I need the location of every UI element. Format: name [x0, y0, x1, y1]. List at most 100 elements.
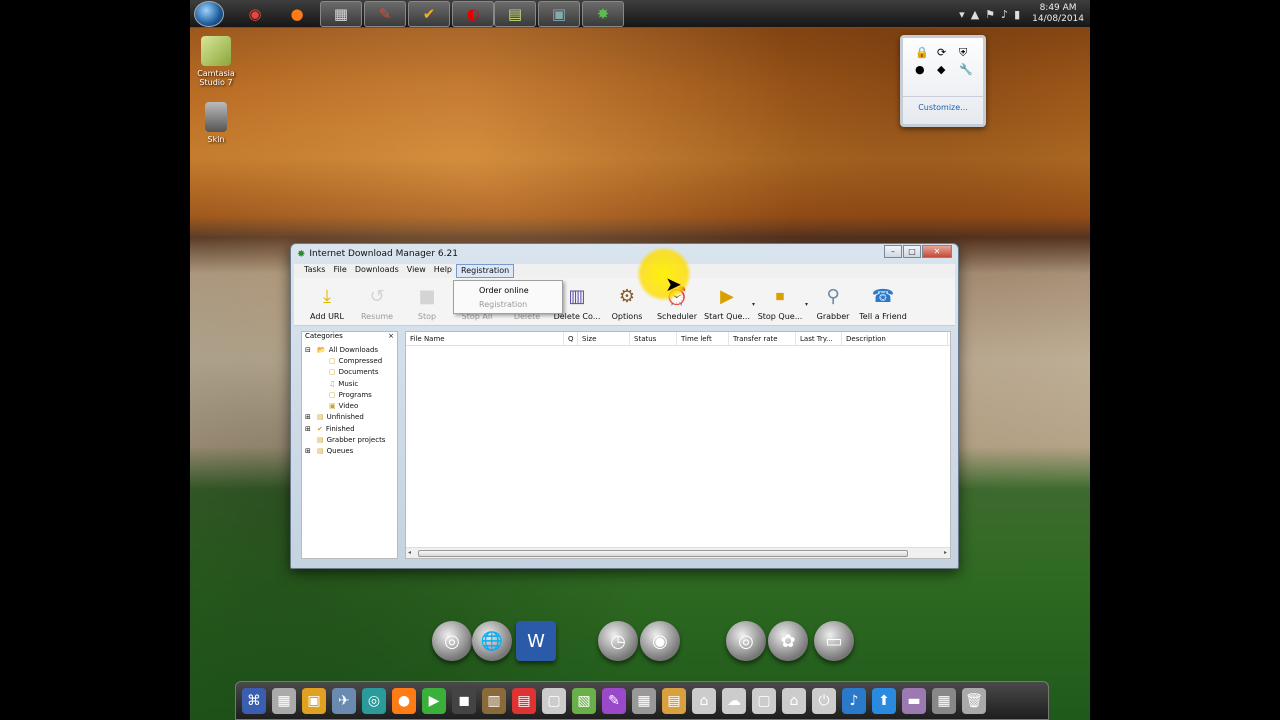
dock-app-icon[interactable]: ● — [392, 687, 416, 714]
widget-2-icon[interactable]: 🌐 — [472, 621, 512, 661]
taskbar-app-idm[interactable]: ✸ — [582, 1, 624, 27]
network-icon[interactable]: ▲ — [971, 8, 979, 21]
tree-expander-icon[interactable]: ⊞ — [305, 413, 314, 421]
toolbar-stop-que-button[interactable]: ⏹ Stop Que... — [755, 278, 805, 324]
action-center-icon[interactable]: ⚑ — [985, 8, 995, 21]
taskbar-app-firefox[interactable]: ● — [276, 1, 318, 27]
taskbar-app-notes[interactable]: ▤ — [494, 1, 536, 27]
dock-app-icon[interactable]: ⌂ — [782, 687, 806, 714]
category-finished[interactable]: ⊞ ✔ Finished — [302, 423, 397, 434]
column-status[interactable]: Status — [630, 332, 677, 345]
maximize-button[interactable]: □ — [903, 245, 921, 258]
dock-app-icon[interactable]: ▦ — [632, 687, 656, 714]
desktop-icon-camtasia[interactable]: Camtasia Studio 7 — [190, 36, 244, 87]
tree-expander-icon[interactable]: ⊟ — [305, 346, 314, 354]
tree-expander-icon[interactable]: ⊞ — [305, 425, 314, 433]
menu-file[interactable]: File — [329, 264, 350, 278]
toolbar-grabber-button[interactable]: ⚲ Grabber — [808, 278, 858, 324]
menu-tasks[interactable]: Tasks — [300, 264, 329, 278]
column-description[interactable]: Description — [842, 332, 948, 345]
dock-app-icon[interactable]: ▬ — [902, 687, 926, 714]
battery-icon[interactable]: ▮ — [1014, 8, 1020, 21]
category-compressed[interactable]: ▢ Compressed — [302, 355, 397, 366]
menu-view[interactable]: View — [403, 264, 430, 278]
menu-help[interactable]: Help — [430, 264, 456, 278]
dock-app-icon[interactable]: ▣ — [302, 687, 326, 714]
taskbar-app-store[interactable]: ▦ — [320, 1, 362, 27]
dock-app-icon[interactable]: ▶ — [422, 687, 446, 714]
dock-app-icon[interactable]: ◼ — [452, 687, 476, 714]
close-button[interactable]: ✕ — [922, 245, 952, 258]
toolbar-start-que-button[interactable]: ▶ Start Que... — [702, 278, 752, 324]
toolbar-tell-a-friend-button[interactable]: ☎ Tell a Friend — [858, 278, 908, 324]
scroll-right-icon[interactable]: ▸ — [944, 549, 947, 556]
minimize-button[interactable]: – — [884, 245, 902, 258]
toolbar-add-url-button[interactable]: ⤓ Add URL — [302, 278, 352, 324]
dock-app-icon[interactable]: ✎ — [602, 687, 626, 714]
desktop-icon-skin[interactable]: Skin — [190, 102, 244, 144]
column-last-try[interactable]: Last Try... — [796, 332, 842, 345]
category-video[interactable]: ▣ Video — [302, 400, 397, 411]
taskbar-app-vodafone[interactable]: ◐ — [452, 1, 494, 27]
category-programs[interactable]: ▢ Programs — [302, 389, 397, 400]
menu-item-order-online[interactable]: Order online — [454, 284, 562, 298]
widget-7-icon[interactable]: ✿ — [768, 621, 808, 661]
horizontal-scrollbar[interactable]: ◂ ▸ — [406, 547, 950, 558]
dock-app-icon[interactable]: ☁ — [722, 687, 746, 714]
dock-app-icon[interactable]: ▦ — [272, 687, 296, 714]
dock-app-icon[interactable]: ⌂ — [692, 687, 716, 714]
tray-popup-icon[interactable]: ⛨ — [959, 46, 981, 60]
taskbar-app-antivirus[interactable]: ✔ — [408, 1, 450, 27]
tray-popup-icon[interactable]: 🔒 — [915, 46, 937, 60]
widget-5-icon[interactable]: ◉ — [640, 621, 680, 661]
taskbar-app-ccleaner[interactable]: ✎ — [364, 1, 406, 27]
show-hidden-icons-button[interactable]: ▾ — [959, 8, 965, 21]
dock-app-icon[interactable]: 🗑 — [962, 687, 986, 714]
hdd-icon[interactable]: ▭ — [814, 621, 854, 661]
widget-6-icon[interactable]: ◎ — [726, 621, 766, 661]
dock-app-icon[interactable]: ▤ — [512, 687, 536, 714]
dock-app-icon[interactable]: ⏻ — [812, 687, 836, 714]
scroll-left-icon[interactable]: ◂ — [408, 549, 411, 556]
word-icon[interactable]: W — [516, 621, 556, 661]
category-all-downloads[interactable]: ⊟ 📂 All Downloads — [302, 344, 397, 355]
tray-popup-icon[interactable]: ⟳ — [937, 46, 959, 60]
column-time-left[interactable]: Time left — [677, 332, 729, 345]
title-bar[interactable]: ✸ Internet Download Manager 6.21 — [291, 244, 958, 264]
download-list[interactable]: File Name Q Size Status Time left Transfer ra… — [405, 331, 951, 559]
menu-registration[interactable]: Registration — [456, 264, 515, 278]
clock[interactable]: 8:49 AM 14/08/2014 — [1032, 3, 1084, 25]
tree-expander-icon[interactable]: ⊞ — [305, 447, 314, 455]
dock-app-icon[interactable]: ▢ — [542, 687, 566, 714]
start-button[interactable] — [194, 1, 224, 27]
menu-downloads[interactable]: Downloads — [351, 264, 403, 278]
dock-app-icon[interactable]: ⬆ — [872, 687, 896, 714]
close-categories-button[interactable]: × — [388, 332, 394, 344]
category-grabber-projects[interactable]: ▤ Grabber projects — [302, 434, 397, 445]
tray-popup-icon[interactable]: ● — [915, 63, 937, 76]
dock-app-icon[interactable]: ▤ — [662, 687, 686, 714]
dock-app-icon[interactable]: ✈ — [332, 687, 356, 714]
clock-icon[interactable]: ◷ — [598, 621, 638, 661]
widget-1-icon[interactable]: ◎ — [432, 621, 472, 661]
scrollbar-thumb[interactable] — [418, 550, 908, 557]
taskbar-app-chrome[interactable]: ◉ — [234, 1, 276, 27]
category-documents[interactable]: ▢ Documents — [302, 367, 397, 378]
dock-app-icon[interactable]: ◎ — [362, 687, 386, 714]
dock-app-icon[interactable]: ▥ — [482, 687, 506, 714]
taskbar-app-gadget[interactable]: ▣ — [538, 1, 580, 27]
volume-icon[interactable]: ♪ — [1001, 8, 1008, 21]
dock-app-icon[interactable]: ▢ — [752, 687, 776, 714]
column-file-name[interactable]: File Name — [406, 332, 564, 345]
category-queues[interactable]: ⊞ ▤ Queues — [302, 446, 397, 457]
column-transfer-rate[interactable]: Transfer rate — [729, 332, 796, 345]
dock-app-icon[interactable]: ♪ — [842, 687, 866, 714]
dock-app-icon[interactable]: ▧ — [572, 687, 596, 714]
dock-app-icon[interactable]: ⌘ — [242, 687, 266, 714]
tray-popup-icon[interactable]: 🔧 — [959, 63, 981, 76]
category-music[interactable]: ♫ Music — [302, 378, 397, 389]
tray-popup-icon[interactable]: ◆ — [937, 63, 959, 76]
customize-link[interactable]: Customize... — [903, 96, 983, 112]
dock-app-icon[interactable]: ▦ — [932, 687, 956, 714]
category-unfinished[interactable]: ⊞ ▤ Unfinished — [302, 412, 397, 423]
